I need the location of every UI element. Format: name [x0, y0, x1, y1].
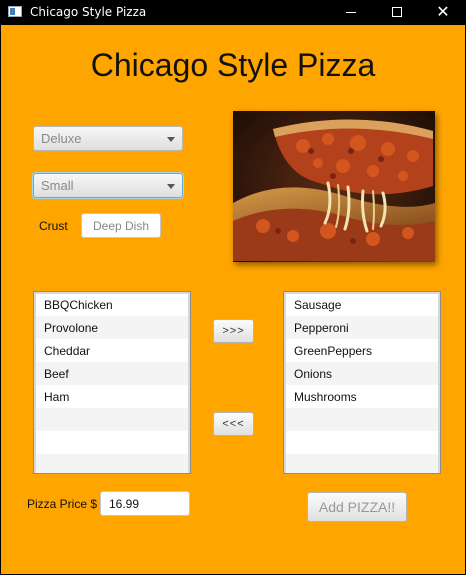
list-item[interactable] [286, 408, 438, 431]
minimize-icon [346, 11, 356, 13]
list-item[interactable] [286, 454, 438, 473]
pizza-image [233, 111, 435, 262]
price-field[interactable]: 16.99 [100, 491, 190, 516]
list-item[interactable]: Pepperoni [286, 316, 438, 339]
maximize-icon [392, 7, 402, 17]
pizza-size-value: Small [41, 178, 74, 193]
list-item[interactable] [286, 431, 438, 454]
available-toppings-list[interactable]: BBQChicken Provolone Cheddar Beef Ham [33, 291, 191, 474]
crust-label: Crust [39, 219, 68, 233]
title-bar[interactable]: Chicago Style Pizza ✕ [0, 0, 466, 24]
list-item[interactable]: GreenPeppers [286, 339, 438, 362]
list-item[interactable] [36, 408, 188, 431]
remove-topping-button[interactable]: <<< [213, 412, 254, 436]
pizza-photo [233, 111, 435, 262]
minimize-button[interactable] [328, 0, 374, 24]
window-content: Chicago Style Pizza Deluxe Small Crust D… [1, 25, 465, 574]
selected-toppings-list[interactable]: Sausage Pepperoni GreenPeppers Onions Mu… [283, 291, 441, 474]
pizza-type-value: Deluxe [41, 131, 82, 146]
add-pizza-button[interactable]: Add PIZZA!! [307, 492, 407, 522]
list-item[interactable]: Ham [36, 385, 188, 408]
list-item[interactable] [36, 431, 188, 454]
close-icon: ✕ [436, 2, 450, 21]
maximize-button[interactable] [374, 0, 420, 24]
list-item[interactable]: Provolone [36, 316, 188, 339]
list-item[interactable]: Mushrooms [286, 385, 438, 408]
list-item[interactable] [36, 454, 188, 473]
add-topping-button[interactable]: >>> [213, 319, 254, 343]
chevron-down-icon [167, 184, 175, 189]
pizza-type-dropdown[interactable]: Deluxe [33, 126, 183, 151]
list-item[interactable]: Onions [286, 362, 438, 385]
list-item[interactable]: Beef [36, 362, 188, 385]
list-item[interactable]: Sausage [286, 293, 438, 316]
crust-field[interactable]: Deep Dish [81, 213, 161, 238]
app-icon [8, 6, 22, 17]
list-item[interactable]: BBQChicken [36, 293, 188, 316]
price-label: Pizza Price $ [27, 497, 98, 511]
list-item[interactable]: Cheddar [36, 339, 188, 362]
pizza-size-dropdown[interactable]: Small [33, 173, 183, 198]
page-title: Chicago Style Pizza [90, 47, 376, 83]
chevron-down-icon [167, 137, 175, 142]
window-title: Chicago Style Pizza [30, 5, 147, 19]
close-button[interactable]: ✕ [420, 0, 466, 24]
